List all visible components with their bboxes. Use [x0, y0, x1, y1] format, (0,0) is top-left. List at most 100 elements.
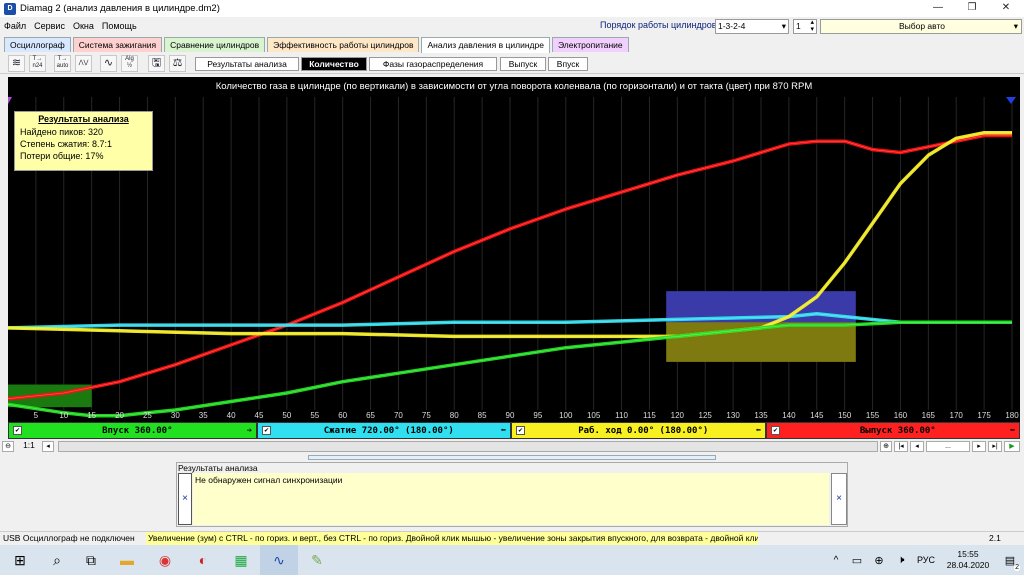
x-tick-label: 90 — [506, 411, 515, 420]
notifications-icon[interactable]: ▤ 2 — [996, 545, 1024, 575]
task-view-icon[interactable]: ⧉ — [74, 545, 108, 575]
menu-file[interactable]: Файл — [0, 21, 30, 31]
x-tick-label: 45 — [255, 411, 264, 420]
zones — [8, 291, 856, 408]
cylinder-number-value: 1 — [796, 21, 801, 31]
results-message: Не обнаружен сигнал синхронизации — [193, 473, 829, 525]
alg-half-icon[interactable]: Alg ½ — [121, 55, 138, 72]
zoom-in-icon[interactable]: ⊕ — [880, 441, 892, 452]
close-right-icon[interactable]: × — [831, 473, 847, 525]
menu-service[interactable]: Сервис — [30, 21, 69, 31]
battery-icon[interactable]: ▭ — [846, 545, 868, 575]
last-page-icon[interactable]: ▸| — [988, 441, 1002, 452]
prev-page-icon[interactable]: ◂ — [910, 441, 924, 452]
network-icon[interactable]: ⊕ — [868, 545, 890, 575]
title-bar: D Diamag 2 (анализ давления в цилиндре.d… — [0, 0, 1024, 17]
search-icon[interactable]: ⌕ — [40, 545, 74, 575]
results-summary-box: Результаты анализа Найдено пиков: 320 Ст… — [14, 111, 153, 171]
arrow-left-icon[interactable]: ⬅ — [1010, 426, 1015, 436]
x-tick-label: 85 — [478, 411, 487, 420]
x-tick-label: 15 — [87, 411, 96, 420]
cylinder-order-value: 1-3-2-4 — [718, 21, 746, 31]
stroke-intake[interactable]: ✔ Впуск 360.00° ➔ — [8, 422, 257, 439]
tab-cylinder-efficiency[interactable]: Эффективность работы цилиндров — [267, 37, 420, 52]
x-tick-labels: 5 10 15 20 25 30 35 40 45 50 55 60 65 70 75 80 85 90 95 100… — [34, 411, 1020, 420]
clock[interactable]: 15:55 28.04.2020 — [940, 549, 996, 571]
arrow-left-icon[interactable]: ⬅ — [756, 426, 761, 436]
next-page-icon[interactable]: ▸ — [972, 441, 986, 452]
peaks-found: Найдено пиков: 320 — [20, 127, 104, 137]
clock-time: 15:55 — [957, 549, 979, 559]
x-tick-label: 95 — [533, 411, 542, 420]
play-icon[interactable]: ▶ — [1004, 441, 1020, 452]
tab-pressure-analysis[interactable]: Анализ давления в цилиндре — [421, 37, 550, 53]
save-icon[interactable]: 🖫 — [148, 55, 165, 72]
diamag-icon[interactable]: ∿ — [260, 545, 298, 575]
stroke-compression-checkbox[interactable]: ✔ — [262, 426, 271, 435]
tab-power-supply[interactable]: Электропитание — [551, 37, 629, 52]
splitter-handle[interactable] — [308, 455, 716, 460]
volume-icon[interactable]: 🕨 — [890, 545, 912, 575]
plot-area[interactable]: 5 10 15 20 25 30 35 40 45 50 55 60 65 70 75 80 85 90 95 100… — [8, 77, 1020, 422]
arrow-right-icon[interactable]: ➔ — [247, 426, 252, 436]
subtab-valve-timing[interactable]: Фазы газораспределения — [369, 57, 497, 71]
t-n24-icon[interactable]: T→ n24 — [29, 55, 46, 72]
stroke-power[interactable]: ✔ Раб. ход 0.00° (180.00°) ⬅ — [511, 422, 766, 439]
subtab-quantity[interactable]: Количество — [301, 57, 367, 71]
usb-status: USB Осциллограф не подключен — [3, 533, 135, 543]
tab-ignition[interactable]: Система зажигания — [72, 37, 163, 52]
language-indicator[interactable]: РУС — [912, 555, 940, 565]
x-tick-label: 50 — [282, 411, 291, 420]
total-losses: Потери общие: 17% — [20, 151, 104, 161]
x-tick-label: 150 — [838, 411, 852, 420]
x-tick-label: 55 — [310, 411, 319, 420]
file-explorer-icon[interactable]: ▬ — [108, 545, 146, 575]
left-marker-icon[interactable] — [8, 97, 12, 104]
stroke-exhaust[interactable]: ✔ Выпуск 360.00° ⬅ — [766, 422, 1020, 439]
cylinder-number-spinner[interactable]: 1 ▴ ▾ — [793, 19, 817, 34]
app-red-icon[interactable]: ◐ — [184, 545, 222, 575]
t-auto-icon[interactable]: T→ auto — [54, 55, 71, 72]
close-button[interactable]: ✕ — [989, 0, 1023, 17]
chrome-icon[interactable]: ◉ — [146, 545, 184, 575]
chevron-down-icon: ▾ — [781, 21, 786, 31]
stroke-compression[interactable]: ✔ Сжатие 720.00° (180.00°) ⬅ — [257, 422, 511, 439]
paint-icon[interactable]: ✎ — [298, 545, 336, 575]
notification-count: 2 — [1014, 564, 1020, 571]
horizontal-scrollbar[interactable] — [58, 441, 878, 452]
right-marker-icon[interactable] — [1006, 97, 1016, 104]
x-tick-label: 10 — [59, 411, 68, 420]
status-bar: USB Осциллограф не подключен Увеличение … — [0, 531, 1024, 545]
zoom-out-icon[interactable]: ⊖ — [2, 441, 14, 452]
minimize-button[interactable]: — — [921, 0, 955, 17]
maximize-button[interactable]: ❐ — [955, 0, 989, 17]
chevron-up-icon[interactable]: ^ — [826, 545, 846, 575]
first-page-icon[interactable]: |◂ — [894, 441, 908, 452]
page-indicator[interactable]: ... — [926, 441, 970, 452]
graph-icon[interactable]: ∿ — [100, 55, 117, 72]
windows-start-icon[interactable]: ⊞ — [0, 545, 40, 575]
oscillo-icon[interactable]: ≋ — [8, 55, 25, 72]
tab-cylinder-compare[interactable]: Сравнение цилиндров — [164, 37, 266, 52]
signal-icon[interactable]: ⋀⋁ — [75, 55, 92, 72]
scales-icon[interactable]: ⚖ — [169, 55, 186, 72]
chart-svg[interactable]: 5 10 15 20 25 30 35 40 45 50 55 60 65 70 75 80 85 90 95 100… — [8, 77, 1020, 422]
subtab-exhaust[interactable]: Выпуск — [500, 57, 546, 71]
chevron-left-icon[interactable]: ◂ — [42, 441, 54, 452]
subtab-results[interactable]: Результаты анализа — [195, 57, 299, 71]
x-tick-label: 25 — [143, 411, 152, 420]
auto-select-dropdown[interactable]: Выбор авто ▾ — [820, 19, 1022, 34]
menu-windows[interactable]: Окна — [69, 21, 98, 31]
subtab-intake[interactable]: Впуск — [548, 57, 588, 71]
stroke-power-checkbox[interactable]: ✔ — [516, 426, 525, 435]
results-panel-header: Результаты анализа — [178, 463, 258, 473]
close-left-icon[interactable]: × — [178, 473, 192, 525]
stroke-exhaust-checkbox[interactable]: ✔ — [771, 426, 780, 435]
menu-help[interactable]: Помощь — [98, 21, 141, 31]
tab-oscillograph[interactable]: Осциллограф — [4, 37, 71, 52]
stroke-intake-checkbox[interactable]: ✔ — [13, 426, 22, 435]
arrow-left-icon[interactable]: ⬅ — [501, 426, 506, 436]
chip-icon[interactable]: ▦ — [222, 545, 260, 575]
cylinder-order-select[interactable]: 1-3-2-4 ▾ — [715, 19, 789, 34]
results-summary-title: Результаты анализа — [38, 114, 129, 124]
